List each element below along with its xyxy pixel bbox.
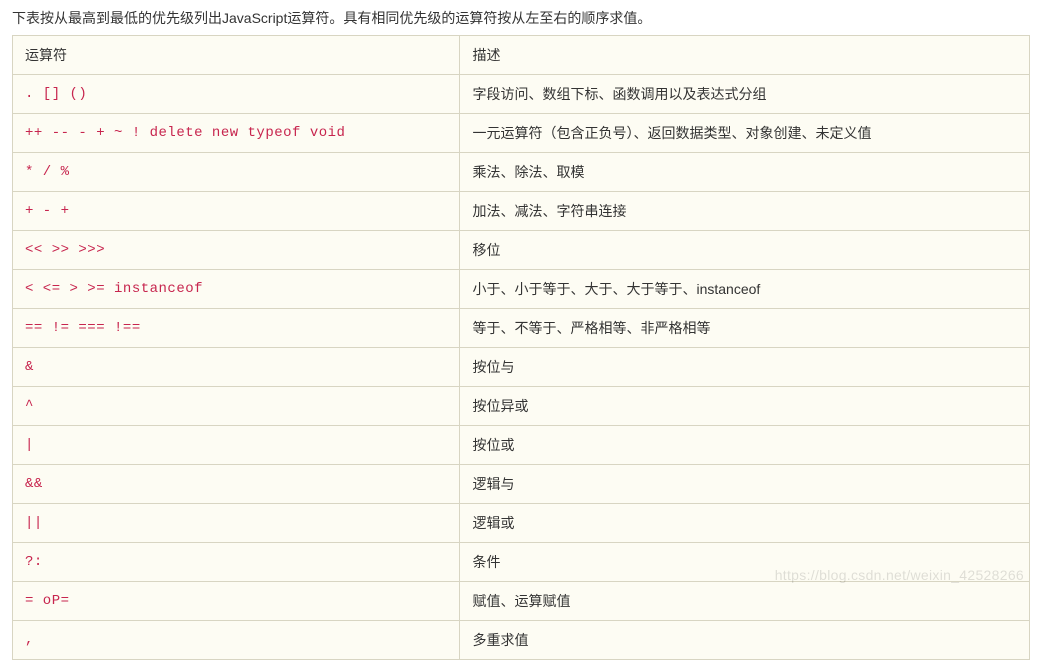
intro-text: 下表按从最高到最低的优先级列出JavaScript运算符。具有相同优先级的运算符…	[12, 8, 1030, 29]
table-row: ^按位异或	[13, 387, 1030, 426]
table-row: << >> >>>移位	[13, 231, 1030, 270]
description-cell: 逻辑或	[460, 504, 1030, 543]
table-row: |按位或	[13, 426, 1030, 465]
operator-cell: ||	[13, 504, 460, 543]
operator-cell: * / %	[13, 153, 460, 192]
operator-cell: ++ -- - + ~ ! delete new typeof void	[13, 114, 460, 153]
table-row: == != === !==等于、不等于、严格相等、非严格相等	[13, 309, 1030, 348]
description-cell: 按位异或	[460, 387, 1030, 426]
operator-precedence-table: 运算符 描述 . [] ()字段访问、数组下标、函数调用以及表达式分组++ --…	[12, 35, 1030, 660]
operator-cell: . [] ()	[13, 75, 460, 114]
description-cell: 逻辑与	[460, 465, 1030, 504]
description-cell: 等于、不等于、严格相等、非严格相等	[460, 309, 1030, 348]
description-cell: 字段访问、数组下标、函数调用以及表达式分组	[460, 75, 1030, 114]
table-row: . [] ()字段访问、数组下标、函数调用以及表达式分组	[13, 75, 1030, 114]
table-row: &按位与	[13, 348, 1030, 387]
operator-cell: ^	[13, 387, 460, 426]
description-cell: 加法、减法、字符串连接	[460, 192, 1030, 231]
table-row: * / %乘法、除法、取模	[13, 153, 1030, 192]
table-row: ?:条件	[13, 543, 1030, 582]
header-description: 描述	[460, 36, 1030, 75]
operator-cell: &	[13, 348, 460, 387]
description-cell: 一元运算符（包含正负号）、返回数据类型、对象创建、未定义值	[460, 114, 1030, 153]
table-row: &&逻辑与	[13, 465, 1030, 504]
operator-cell: << >> >>>	[13, 231, 460, 270]
operator-cell: = oP=	[13, 582, 460, 621]
description-cell: 移位	[460, 231, 1030, 270]
description-cell: 条件	[460, 543, 1030, 582]
description-cell: 赋值、运算赋值	[460, 582, 1030, 621]
table-row: ,多重求值	[13, 621, 1030, 660]
description-cell: 乘法、除法、取模	[460, 153, 1030, 192]
table-row: < <= > >= instanceof小于、小于等于、大于、大于等于、inst…	[13, 270, 1030, 309]
table-row: ++ -- - + ~ ! delete new typeof void一元运算…	[13, 114, 1030, 153]
description-cell: 小于、小于等于、大于、大于等于、instanceof	[460, 270, 1030, 309]
operator-cell: ?:	[13, 543, 460, 582]
description-cell: 按位或	[460, 426, 1030, 465]
operator-cell: + - +	[13, 192, 460, 231]
operator-cell: < <= > >= instanceof	[13, 270, 460, 309]
description-cell: 多重求值	[460, 621, 1030, 660]
operator-cell: ,	[13, 621, 460, 660]
table-row: ||逻辑或	[13, 504, 1030, 543]
table-row: = oP=赋值、运算赋值	[13, 582, 1030, 621]
table-header-row: 运算符 描述	[13, 36, 1030, 75]
operator-cell: == != === !==	[13, 309, 460, 348]
description-cell: 按位与	[460, 348, 1030, 387]
operator-cell: |	[13, 426, 460, 465]
table-row: + - +加法、减法、字符串连接	[13, 192, 1030, 231]
operator-cell: &&	[13, 465, 460, 504]
header-operator: 运算符	[13, 36, 460, 75]
